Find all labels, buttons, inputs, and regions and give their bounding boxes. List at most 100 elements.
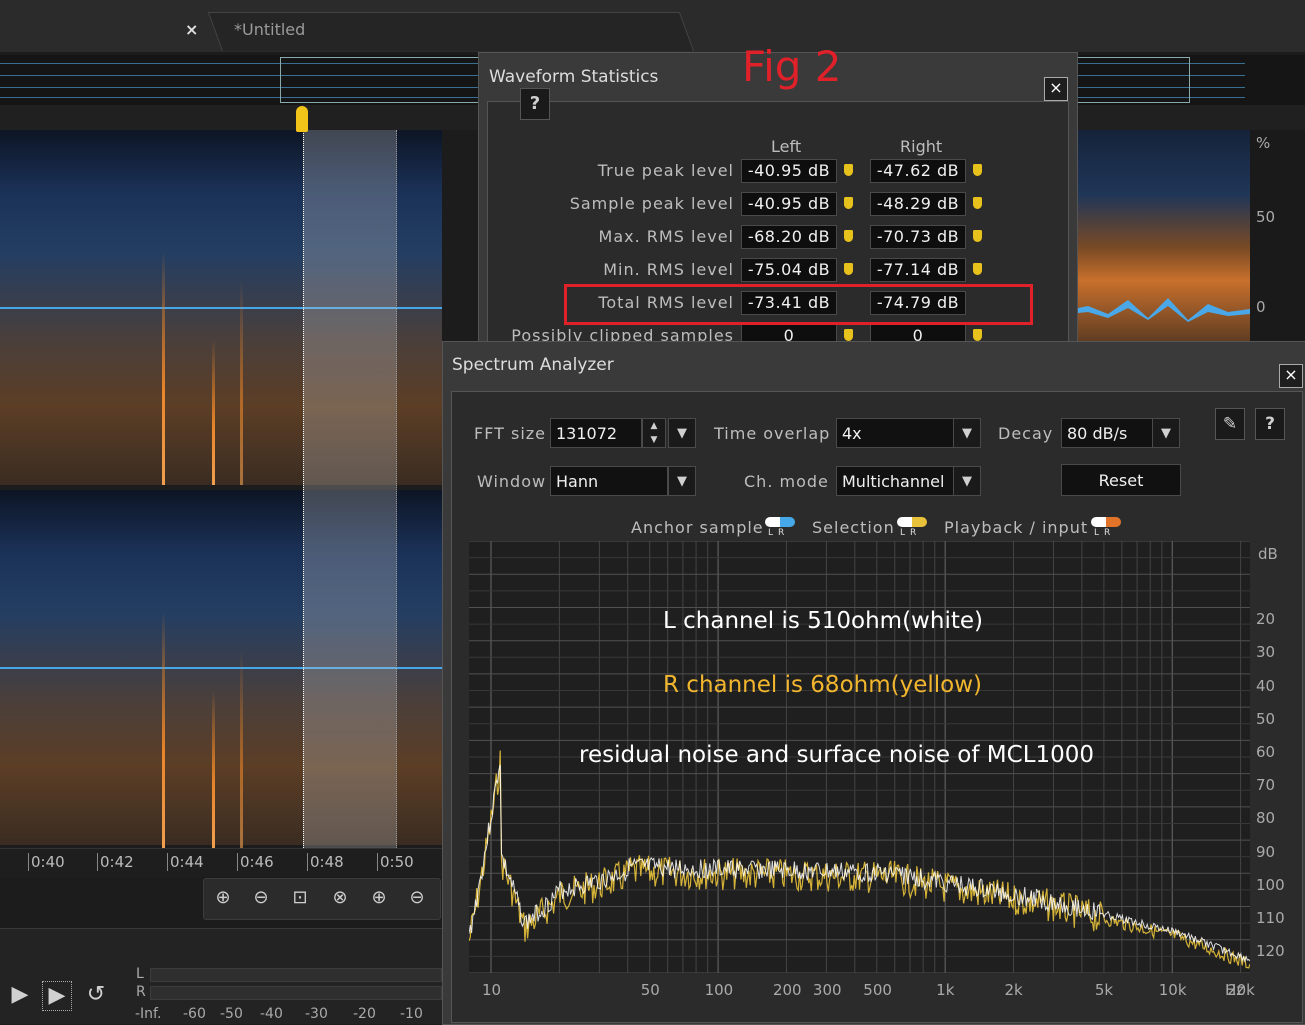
reset-clip-icon[interactable] bbox=[844, 329, 853, 341]
db-tick-label: 90 bbox=[1256, 842, 1276, 861]
channel-mode-label: Ch. mode bbox=[744, 472, 829, 491]
reset-peak-icon[interactable] bbox=[973, 164, 982, 176]
waveform-right-visible bbox=[1068, 298, 1250, 322]
db-tick-label: 40 bbox=[1256, 676, 1276, 695]
frequency-tick-label: 100 bbox=[704, 981, 734, 999]
legend-swatch-playback[interactable] bbox=[1091, 517, 1121, 527]
timeline[interactable]: 0:40 0:42 0:44 0:46 0:48 0:50 bbox=[0, 848, 442, 877]
decay-label: Decay bbox=[998, 424, 1054, 443]
frequency-tick-label: 300 bbox=[812, 981, 842, 999]
stat-label: Sample peak level bbox=[569, 194, 734, 213]
legend-swatch-selection[interactable] bbox=[897, 517, 927, 527]
zoom-out-amplitude-icon[interactable]: ⊖ bbox=[404, 885, 430, 911]
legend-lr: LR bbox=[900, 528, 922, 538]
chevron-down-icon[interactable]: ▼ bbox=[1152, 418, 1180, 448]
chevron-down-icon[interactable]: ▼ bbox=[668, 418, 696, 448]
stat-value-left: -68.20 dB bbox=[741, 225, 837, 249]
meter-scale-label: -30 bbox=[305, 1006, 328, 1022]
spectrum-trace-left bbox=[469, 764, 1250, 963]
stat-value-right: -77.14 dB bbox=[870, 258, 966, 282]
db-tick-label: 20 bbox=[1256, 610, 1276, 629]
meter-scale-label: -10 bbox=[400, 1006, 423, 1022]
close-icon[interactable]: × bbox=[1279, 364, 1303, 388]
timeline-label: 0:44 bbox=[167, 853, 204, 871]
stat-label: True peak level bbox=[597, 161, 734, 180]
zoom-in-time-icon[interactable]: ⊕ bbox=[210, 885, 236, 911]
playhead-marker-icon[interactable] bbox=[296, 106, 308, 132]
stat-value-right: -48.29 dB bbox=[870, 192, 966, 216]
legend-label-playback: Playback / input bbox=[944, 518, 1089, 537]
fft-size-label: FFT size bbox=[474, 424, 547, 443]
channel-mode-select[interactable]: Multichannel bbox=[836, 466, 954, 496]
window-label: Window bbox=[477, 472, 547, 491]
legend-swatch-anchor[interactable] bbox=[765, 517, 795, 527]
help-button[interactable]: ? bbox=[1255, 408, 1285, 440]
chevron-down-icon[interactable]: ▼ bbox=[953, 418, 981, 448]
frequency-axis: Hz 10 50 100 200 300 500 1k 2k 5k 10k 20k bbox=[469, 973, 1269, 1013]
settings-wrench-icon[interactable]: ✎ bbox=[1215, 408, 1245, 440]
frequency-tick-label: 1k bbox=[936, 981, 955, 999]
legend-lr: LR bbox=[768, 528, 790, 538]
reset-clip-icon[interactable] bbox=[973, 329, 982, 341]
frequency-tick-label: 20k bbox=[1227, 981, 1255, 999]
meter-scale-label: -Inf. bbox=[135, 1006, 162, 1022]
play-icon[interactable]: ▶ bbox=[6, 981, 34, 1009]
reset-peak-icon[interactable] bbox=[844, 164, 853, 176]
axis-tick-label: 0 bbox=[1256, 298, 1266, 316]
meter-scale-label: -60 bbox=[183, 1006, 206, 1022]
axis-tick-label: 50 bbox=[1256, 208, 1276, 226]
zoom-selection-icon[interactable]: ⊡ bbox=[287, 885, 313, 911]
highlight-annotation-box bbox=[564, 284, 1033, 325]
help-button[interactable]: ? bbox=[520, 88, 550, 120]
reset-peak-icon[interactable] bbox=[844, 197, 853, 209]
reset-peak-icon[interactable] bbox=[844, 263, 853, 275]
reset-button[interactable]: Reset bbox=[1061, 464, 1181, 496]
time-overlap-select[interactable]: 4x bbox=[836, 418, 954, 448]
db-tick-label: 30 bbox=[1256, 643, 1276, 662]
frequency-tick-label: 500 bbox=[863, 981, 892, 999]
zoom-out-time-icon[interactable]: ⊖ bbox=[248, 885, 274, 911]
close-icon[interactable]: × bbox=[1044, 77, 1068, 101]
stat-value-left: -40.95 dB bbox=[741, 159, 837, 183]
zoom-in-amplitude-icon[interactable]: ⊕ bbox=[366, 885, 392, 911]
annotation-noise: residual noise and surface noise of MCL1… bbox=[579, 742, 1095, 768]
timeline-label: 0:40 bbox=[28, 853, 65, 871]
legend-label-anchor: Anchor sample bbox=[631, 518, 764, 537]
loop-icon[interactable]: ↺ bbox=[82, 981, 110, 1009]
meter-scale-label: -20 bbox=[353, 1006, 376, 1022]
meter-scale-label: -50 bbox=[220, 1006, 243, 1022]
meter-right-label: R bbox=[136, 984, 146, 1000]
time-overlap-label: Time overlap bbox=[714, 424, 831, 443]
reset-peak-icon[interactable] bbox=[973, 197, 982, 209]
stat-value-left: -40.95 dB bbox=[741, 192, 837, 216]
zoom-reset-icon[interactable]: ⊗ bbox=[327, 885, 353, 911]
chevron-down-icon[interactable]: ▼ bbox=[953, 466, 981, 496]
play-selection-icon[interactable]: ▶ bbox=[42, 981, 72, 1011]
fft-size-stepper[interactable]: ▲ ▼ bbox=[642, 418, 666, 448]
reset-peak-icon[interactable] bbox=[973, 230, 982, 242]
reset-peak-icon[interactable] bbox=[973, 263, 982, 275]
column-header-right: Right bbox=[900, 137, 943, 156]
chevron-down-icon[interactable]: ▼ bbox=[668, 466, 696, 496]
amplitude-axis: % 50 0 bbox=[1250, 130, 1305, 345]
time-selection[interactable] bbox=[303, 130, 397, 848]
zoom-toolbar: ⊕ ⊖ ⊡ ⊗ ⊕ ⊖ bbox=[203, 878, 441, 920]
frequency-tick-label: 10 bbox=[482, 981, 502, 999]
frequency-tick-label: 5k bbox=[1094, 981, 1114, 999]
timeline-label: 0:48 bbox=[307, 853, 344, 871]
frequency-tick-label: 10k bbox=[1158, 981, 1187, 999]
decay-select[interactable]: 80 dB/s bbox=[1061, 418, 1153, 448]
db-tick-label: 60 bbox=[1256, 743, 1276, 761]
column-header-left: Left bbox=[771, 137, 802, 156]
db-tick-label: 70 bbox=[1256, 776, 1276, 795]
db-tick-label: 110 bbox=[1256, 909, 1285, 928]
axis-percent-label: % bbox=[1256, 134, 1271, 152]
window-select[interactable]: Hann bbox=[550, 466, 668, 496]
stat-value-right: -47.62 dB bbox=[870, 159, 966, 183]
tab-close-icon[interactable]: × bbox=[185, 20, 198, 39]
dialog-title: Waveform Statistics bbox=[489, 67, 659, 87]
frequency-tick-label: 2k bbox=[1004, 981, 1023, 999]
fft-size-field[interactable]: 131072 bbox=[550, 418, 642, 448]
db-axis: dB 20 30 40 50 60 70 80 90 100 110 120 bbox=[1250, 541, 1300, 973]
reset-peak-icon[interactable] bbox=[844, 230, 853, 242]
